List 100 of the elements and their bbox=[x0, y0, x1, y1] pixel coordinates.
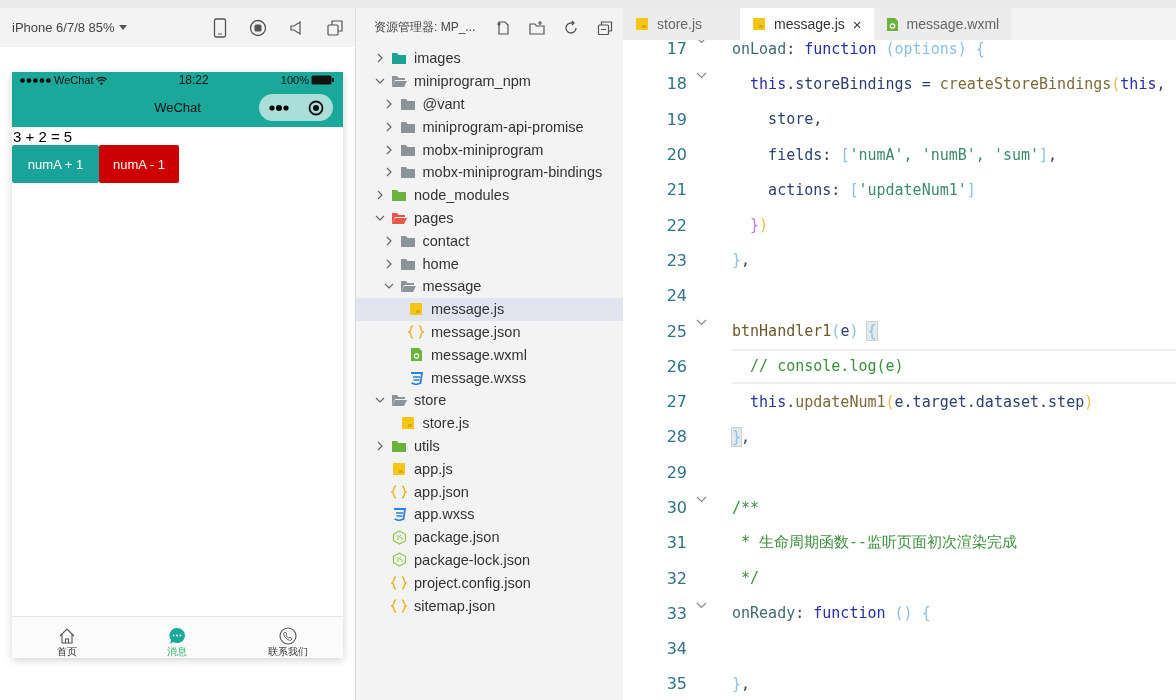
windows-icon[interactable] bbox=[327, 19, 343, 36]
tree-item[interactable]: message.js bbox=[356, 297, 623, 321]
tree-item[interactable]: message.wxss bbox=[356, 366, 623, 389]
tree-item[interactable]: store.js bbox=[356, 411, 623, 435]
line-number: 30 bbox=[665, 498, 687, 517]
code-line: this.updateNum1(e.target.dataset.step) bbox=[749, 391, 1095, 413]
editor-tab[interactable]: message.wxml bbox=[873, 8, 1012, 40]
code-line: // console.log(e) bbox=[732, 348, 1176, 384]
js-file-icon bbox=[400, 416, 415, 431]
tree-item[interactable]: mobx-miniprogram bbox=[356, 138, 623, 161]
line-number: 32 bbox=[665, 568, 687, 588]
js-file-icon bbox=[635, 17, 649, 31]
line-number: 21 bbox=[665, 180, 687, 200]
code-line: store, bbox=[767, 109, 824, 131]
carrier-label: WeChat bbox=[54, 74, 94, 86]
braces-icon bbox=[391, 598, 407, 613]
line-number: 17 bbox=[665, 39, 687, 59]
tree-item[interactable]: store bbox=[356, 388, 623, 412]
braces-icon bbox=[391, 575, 407, 590]
line-number: 34 bbox=[665, 639, 687, 659]
more-icon[interactable] bbox=[268, 104, 289, 111]
code-line: onLoad: function (options) { bbox=[732, 38, 986, 60]
tree-item[interactable]: utils bbox=[356, 434, 623, 458]
tree-item[interactable]: message bbox=[356, 274, 623, 298]
home-icon[interactable] bbox=[58, 627, 77, 645]
new-file-icon[interactable] bbox=[495, 19, 512, 36]
line-number: 26 bbox=[665, 356, 687, 376]
css-icon bbox=[409, 370, 423, 385]
code-line: fields: ['numA', 'numB', 'sum'], bbox=[767, 144, 1059, 166]
tree-item[interactable]: @vant bbox=[356, 92, 623, 116]
file-icon bbox=[409, 347, 423, 363]
tree-item[interactable]: package.json bbox=[356, 525, 623, 549]
tree-item[interactable]: contact bbox=[356, 229, 623, 253]
collapse-all-icon[interactable] bbox=[597, 19, 614, 36]
fold-chevron-icon[interactable] bbox=[695, 601, 707, 609]
action-button[interactable]: numA - 1 bbox=[99, 145, 180, 183]
tree-item[interactable]: message.json bbox=[356, 320, 623, 344]
fold-chevron-icon[interactable] bbox=[695, 319, 707, 327]
line-number: 33 bbox=[665, 603, 687, 623]
code-line: */ bbox=[740, 568, 761, 590]
tree-item[interactable]: sitemap.json bbox=[356, 594, 623, 617]
chevron-icon[interactable] bbox=[375, 53, 385, 64]
tree-item[interactable]: app.json bbox=[356, 480, 623, 503]
line-number: 23 bbox=[665, 250, 687, 270]
js-file-icon bbox=[392, 461, 406, 476]
braces-icon bbox=[408, 324, 424, 339]
tree-item[interactable]: miniprogram-api-promise bbox=[356, 115, 623, 139]
code-line: btnHandler1(e) { bbox=[732, 321, 878, 343]
js-file-icon bbox=[752, 17, 766, 31]
line-number: 28 bbox=[665, 427, 687, 447]
tree-item[interactable]: home bbox=[356, 252, 623, 275]
tree-item[interactable]: app.js bbox=[356, 457, 623, 481]
refresh-icon[interactable] bbox=[563, 19, 580, 36]
close-tab-button[interactable]: × bbox=[852, 15, 862, 33]
braces-icon bbox=[391, 484, 407, 499]
tree-item[interactable]: node_modules bbox=[356, 183, 623, 207]
device-selector[interactable]: iPhone 6/7/8 85% bbox=[12, 20, 127, 35]
tree-item[interactable]: package-lock.json bbox=[356, 548, 623, 572]
tree-item[interactable]: message.wxml bbox=[356, 343, 623, 367]
fold-chevron-icon[interactable] bbox=[695, 495, 707, 503]
tree-item[interactable]: app.wxss bbox=[356, 502, 623, 526]
line-number: 18 bbox=[665, 74, 687, 94]
tab-label[interactable]: 首页 bbox=[57, 646, 78, 657]
editor-tab[interactable]: store.js bbox=[623, 8, 740, 40]
battery-percent: 100% bbox=[280, 74, 309, 86]
tree-item[interactable]: miniprogram_npm bbox=[356, 69, 623, 93]
css-icon bbox=[392, 507, 406, 522]
fold-chevron-icon[interactable] bbox=[695, 72, 707, 80]
line-number: 25 bbox=[665, 321, 687, 341]
clock-time: 18:22 bbox=[178, 73, 209, 87]
line-number: 19 bbox=[665, 109, 687, 129]
code-line: onReady: function () { bbox=[732, 603, 932, 625]
code-line: }) bbox=[749, 215, 770, 237]
tree-item[interactable]: pages bbox=[356, 206, 623, 230]
phone-call-icon[interactable] bbox=[278, 627, 297, 645]
chevron-icon[interactable] bbox=[375, 190, 385, 201]
tree-item[interactable]: mobx-miniprogram-bindings bbox=[356, 161, 623, 184]
line-number: 35 bbox=[665, 674, 687, 694]
chat-bubble-icon[interactable] bbox=[168, 627, 187, 645]
new-folder-icon[interactable] bbox=[529, 19, 546, 36]
target-icon[interactable] bbox=[307, 99, 324, 116]
code-line: /** bbox=[732, 497, 761, 519]
tab-label[interactable]: 联系我们 bbox=[267, 646, 308, 657]
line-number: 20 bbox=[665, 145, 687, 165]
js-file-icon bbox=[409, 302, 423, 317]
record-icon[interactable] bbox=[249, 18, 267, 37]
node-hexagon-icon bbox=[391, 552, 407, 568]
line-number: 31 bbox=[665, 533, 687, 553]
tree-item[interactable]: images bbox=[356, 47, 623, 70]
line-number: 27 bbox=[665, 392, 687, 412]
code-line: actions: ['updateNum1'] bbox=[767, 179, 977, 201]
page-title: WeChat bbox=[154, 100, 201, 115]
caret-icon bbox=[118, 25, 127, 30]
file-icon bbox=[885, 16, 899, 32]
chevron-icon[interactable] bbox=[375, 440, 385, 451]
editor-tab[interactable]: message.js × bbox=[740, 8, 874, 40]
signal-dots-icon bbox=[20, 77, 52, 83]
tree-item[interactable]: project.config.json bbox=[356, 571, 623, 595]
code-line: * 生命周期函数--监听页面初次渲染完成 bbox=[740, 532, 1019, 554]
phone-device-icon[interactable] bbox=[213, 17, 227, 38]
